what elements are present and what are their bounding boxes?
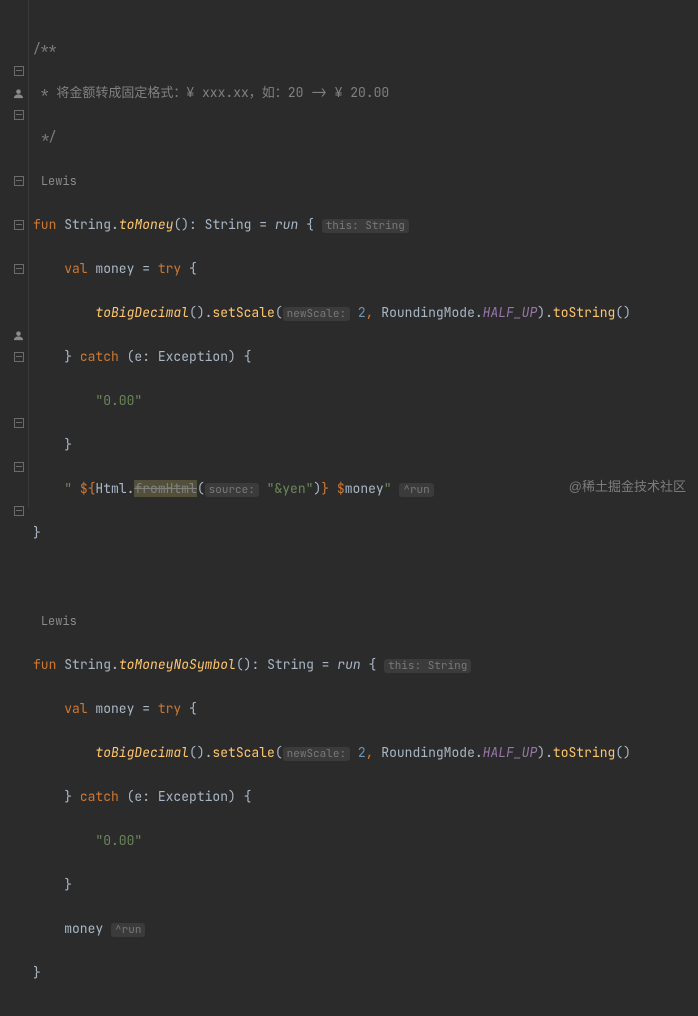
run-call: run <box>275 216 298 233</box>
string-zero: "0.00" <box>95 832 142 849</box>
inlay-hint-newscale: newScale: <box>283 747 350 761</box>
keyword-try: try <box>158 260 181 277</box>
rounding-halfup: HALF_UP <box>483 744 538 761</box>
call-tobigdecimal: toBigDecimal <box>95 744 189 761</box>
fold-icon[interactable] <box>14 418 24 428</box>
template-open: ${ <box>80 480 96 497</box>
inlay-hint-this: this: String <box>384 659 471 673</box>
fold-icon[interactable] <box>14 176 24 186</box>
code-editor[interactable]: /** * 将金额转成固定格式：¥ xxx.xx，如：20 -> ¥ 20.00… <box>0 0 698 508</box>
inlay-hint-run: ^run <box>111 923 145 937</box>
template-close: } <box>321 480 329 497</box>
deprecated-fromhtml: fromHtml <box>134 480 196 497</box>
keyword-catch: catch <box>72 348 127 365</box>
keyword-catch: catch <box>72 788 127 805</box>
rounding-halfup: HALF_UP <box>483 304 538 321</box>
watermark: @稀土掘金技术社区 <box>569 476 686 498</box>
fold-icon[interactable] <box>14 220 24 230</box>
return-type: String <box>205 216 252 233</box>
keyword-fun: fun <box>33 656 56 673</box>
call-setscale: setScale <box>212 744 274 761</box>
receiver-type: String <box>64 656 111 673</box>
receiver-type: String <box>64 216 111 233</box>
comment-body: * 将金额转成固定格式：¥ xxx.xx，如：20 -> ¥ 20.00 <box>33 84 389 101</box>
ref-money: money <box>345 480 384 497</box>
string-zero: "0.00" <box>95 392 142 409</box>
comment-close: */ <box>33 128 56 145</box>
inlay-hint-run: ^run <box>399 483 433 497</box>
call-tobigdecimal: toBigDecimal <box>95 304 189 321</box>
return-type: String <box>267 656 314 673</box>
keyword-val: val <box>64 260 87 277</box>
call-tostring: toString <box>553 304 615 321</box>
keyword-val: val <box>64 700 87 717</box>
gutter <box>0 0 29 508</box>
fold-icon[interactable] <box>14 462 24 472</box>
author-annotation: Lewis <box>41 613 77 629</box>
author-icon <box>13 88 24 99</box>
author-icon <box>13 330 24 341</box>
inlay-hint-this: this: String <box>322 219 409 233</box>
keyword-try: try <box>158 700 181 717</box>
inlay-hint-source: source: <box>205 483 259 497</box>
call-tostring: toString <box>553 744 615 761</box>
literal-two: 2 <box>350 304 366 321</box>
fold-icon[interactable] <box>14 264 24 274</box>
literal-two: 2 <box>350 744 366 761</box>
comment-open: /** <box>33 40 56 57</box>
function-name: toMoneyNoSymbol <box>119 656 236 673</box>
fold-icon[interactable] <box>14 66 24 76</box>
author-annotation: Lewis <box>41 173 77 189</box>
fold-icon[interactable] <box>14 110 24 120</box>
run-call: run <box>337 656 360 673</box>
function-name: toMoney <box>119 216 174 233</box>
inlay-hint-newscale: newScale: <box>283 307 350 321</box>
code-area[interactable]: /** * 将金额转成固定格式：¥ xxx.xx，如：20 -> ¥ 20.00… <box>29 0 698 508</box>
ref-money: money <box>64 920 103 937</box>
string-yen: "&yen" <box>259 480 314 497</box>
call-setscale: setScale <box>212 304 274 321</box>
fold-icon[interactable] <box>14 352 24 362</box>
keyword-fun: fun <box>33 216 56 233</box>
